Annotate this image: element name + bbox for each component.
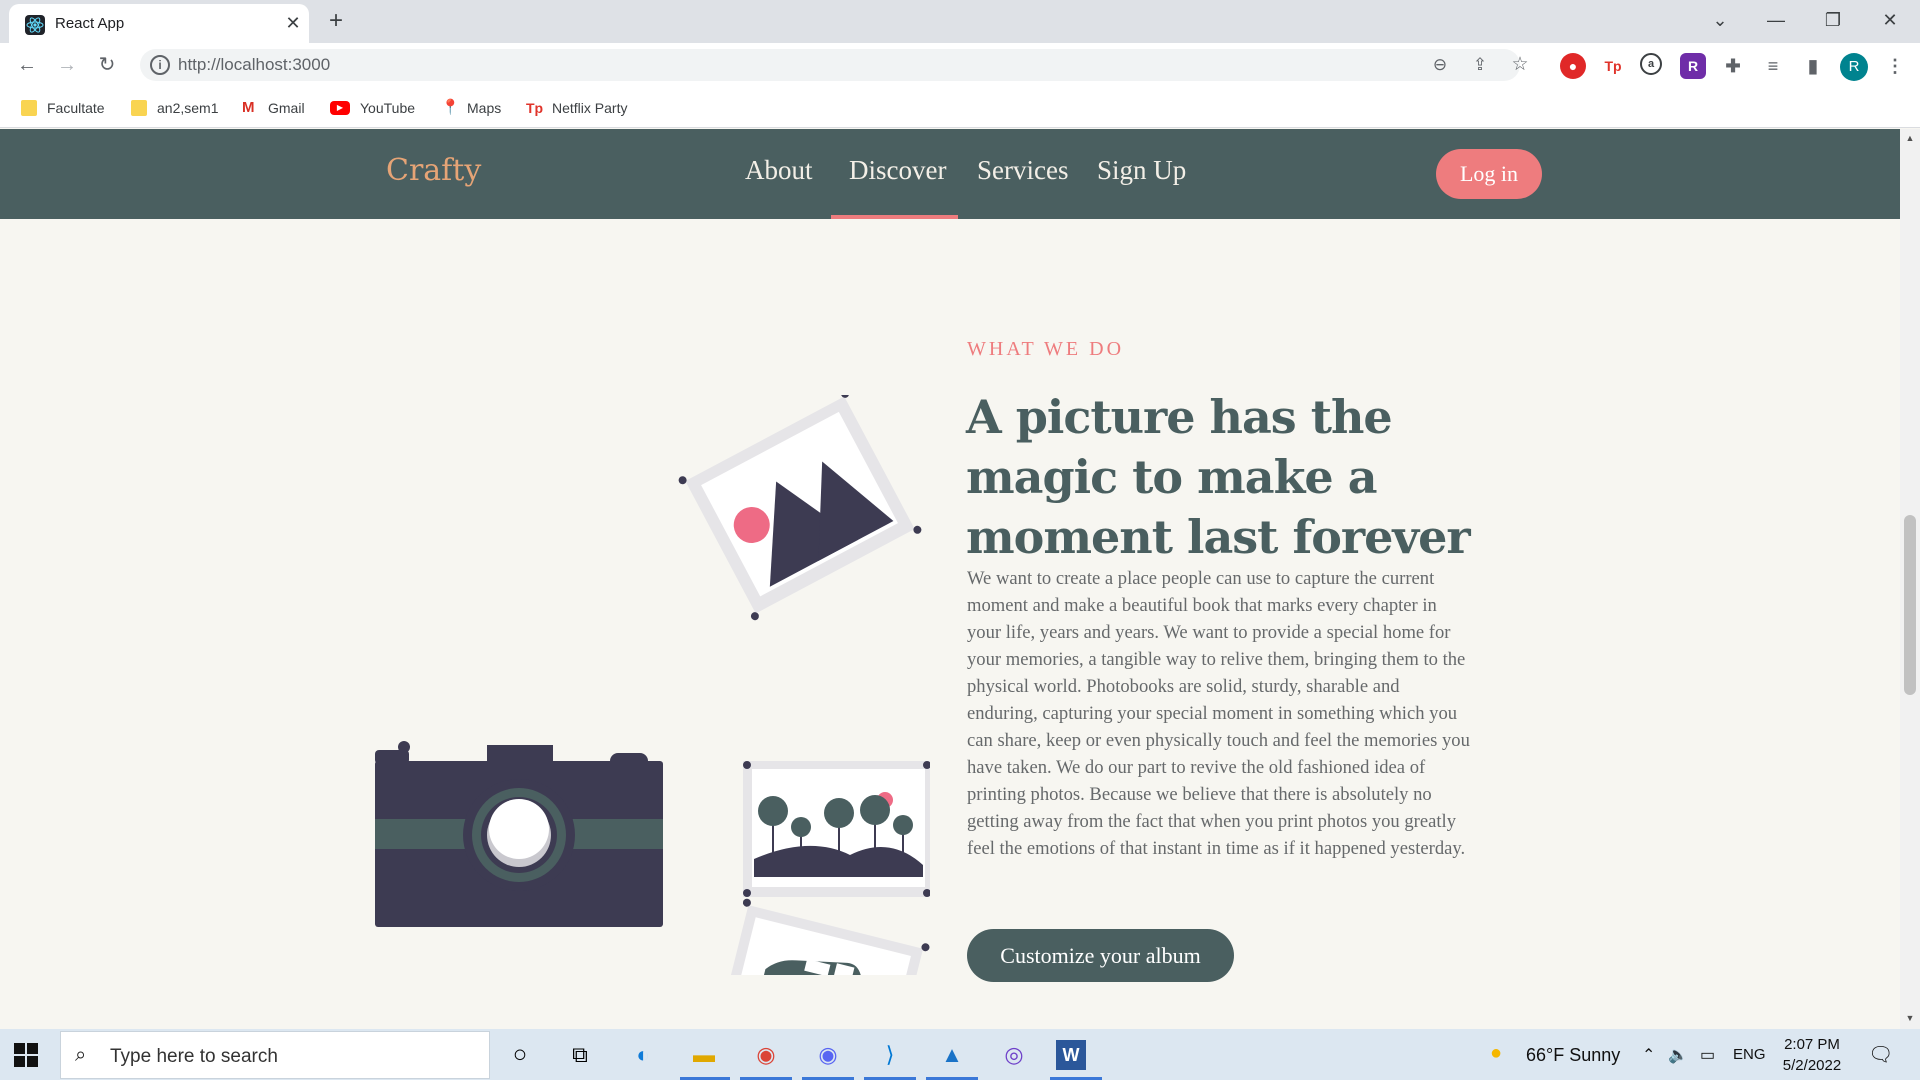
windows-start-icon[interactable] (14, 1043, 38, 1067)
cortana-icon[interactable]: ○ (500, 1035, 540, 1075)
scroll-thumb[interactable] (1904, 515, 1916, 695)
trees-photo-icon (743, 761, 930, 897)
r-extension-icon[interactable]: R (1680, 53, 1706, 79)
tab-title: React App (55, 15, 125, 32)
tray-chevron-icon[interactable]: ⌃ (1642, 1045, 1655, 1065)
nav-link-signup[interactable]: Sign Up (1097, 155, 1186, 186)
section-body: We want to create a place people can use… (967, 568, 1470, 859)
car-photo-icon (714, 898, 930, 975)
search-icon: ⌕ (75, 1044, 87, 1066)
reading-list-icon[interactable]: ≡ (1760, 53, 1786, 79)
tab-search-icon[interactable]: ⌄ (1700, 6, 1740, 34)
windows-taskbar: ⌕ Type here to search ○ ⧉ ◐ ▬ ◉ ◉ ⟩ ▲ ◎ … (0, 1029, 1920, 1080)
grammar-extension-icon[interactable]: a (1640, 53, 1662, 75)
minimize-icon[interactable]: — (1756, 6, 1796, 34)
side-panel-icon[interactable]: ▮ (1800, 53, 1826, 79)
system-clock[interactable]: 2:07 PM 5/2/2022 (1776, 1034, 1848, 1076)
bookmarks-bar: Facultate an2,sem1 M Gmail ▶ YouTube 📍 M… (0, 87, 1920, 128)
camera-icon (375, 741, 663, 927)
bookmark-maps[interactable]: 📍 Maps (441, 97, 501, 119)
photos-icon[interactable]: ▲ (932, 1035, 972, 1075)
customize-album-button[interactable]: Customize your album (967, 929, 1234, 982)
adblock-extension-icon[interactable]: ● (1560, 53, 1586, 79)
search-placeholder: Type here to search (110, 1046, 278, 1067)
extensions-puzzle-icon[interactable]: ✚ (1720, 53, 1746, 79)
more-menu-icon[interactable]: ⋮ (1882, 53, 1908, 79)
edge-icon[interactable]: ◐ (623, 1035, 663, 1075)
restore-icon[interactable]: ❐ (1813, 6, 1853, 34)
brand-logo[interactable]: Crafty (386, 153, 481, 188)
task-view-icon[interactable]: ⧉ (560, 1035, 600, 1075)
notifications-icon[interactable]: 🗨 (1868, 1042, 1893, 1067)
volume-icon[interactable]: 🔈 (1668, 1045, 1688, 1065)
bookmark-netflix-party[interactable]: Tp Netflix Party (526, 97, 627, 119)
folder-icon (21, 100, 37, 116)
browser-toolbar: ← → ↻ i http://localhost:3000 ⊖ ⇪ ☆ ● Tp… (0, 43, 1920, 87)
youtube-icon: ▶ (330, 101, 350, 115)
weather-sun-icon[interactable]: ● (1490, 1042, 1502, 1065)
bookmark-facultate[interactable]: Facultate (21, 97, 105, 119)
mountain-photo-icon (678, 395, 922, 621)
site-navbar: Crafty About Discover Services Sign Up L… (0, 129, 1900, 219)
page-viewport: Crafty About Discover Services Sign Up L… (0, 129, 1900, 1029)
taskbar-search-input[interactable]: ⌕ Type here to search (60, 1031, 490, 1079)
netflix-party-extension-icon[interactable]: Tp (1600, 53, 1626, 79)
bookmark-gmail[interactable]: M Gmail (242, 97, 305, 119)
github-desktop-icon[interactable]: ◎ (994, 1035, 1034, 1075)
bookmark-an2sem1[interactable]: an2,sem1 (131, 97, 218, 119)
url-text[interactable]: http://localhost:3000 (178, 55, 330, 75)
react-logo-icon (25, 15, 45, 35)
browser-tab[interactable]: React App ✕ (9, 4, 309, 43)
file-explorer-icon[interactable]: ▬ (684, 1035, 724, 1075)
active-nav-indicator (831, 215, 958, 219)
chrome-icon[interactable]: ◉ (746, 1035, 786, 1075)
maps-pin-icon: 📍 (441, 99, 460, 116)
share-icon[interactable]: ⇪ (1468, 53, 1492, 77)
reload-icon[interactable]: ↻ (92, 50, 122, 80)
clock-time: 2:07 PM (1784, 1036, 1840, 1053)
netflix-party-icon: Tp (526, 100, 544, 116)
section-eyebrow: WHAT WE DO (967, 338, 1125, 360)
nav-link-about[interactable]: About (745, 155, 813, 186)
chrome-profile-icon[interactable]: ◉ (808, 1035, 848, 1075)
bookmark-star-icon[interactable]: ☆ (1508, 53, 1532, 77)
site-info-icon[interactable]: i (150, 55, 170, 75)
new-tab-icon[interactable]: + (322, 8, 350, 36)
zoom-icon[interactable]: ⊖ (1428, 53, 1452, 77)
scroll-up-icon[interactable]: ▲ (1905, 133, 1915, 143)
weather-text[interactable]: 66°F Sunny (1526, 1045, 1620, 1066)
battery-icon[interactable]: ▭ (1700, 1045, 1715, 1065)
browser-tabstrip: React App ✕ + ⌄ — ❐ ✕ (0, 0, 1920, 43)
nav-link-discover[interactable]: Discover (849, 155, 946, 186)
camera-and-photos-icon (375, 395, 930, 975)
gmail-icon: M (242, 99, 255, 116)
scroll-down-icon[interactable]: ▼ (1905, 1013, 1915, 1023)
word-icon[interactable]: W (1056, 1040, 1086, 1070)
close-tab-icon[interactable]: ✕ (281, 11, 305, 35)
folder-icon (131, 100, 147, 116)
section-headline: A picture has the magic to make a moment… (966, 390, 1471, 564)
language-indicator[interactable]: ENG (1733, 1046, 1766, 1063)
profile-avatar[interactable]: R (1840, 53, 1868, 81)
window-close-icon[interactable]: ✕ (1870, 6, 1910, 34)
back-icon[interactable]: ← (12, 50, 42, 80)
clock-date: 5/2/2022 (1782, 1057, 1842, 1074)
vscode-icon[interactable]: ⟩ (870, 1035, 910, 1075)
address-bar[interactable]: i http://localhost:3000 ⊖ ⇪ ☆ (140, 49, 1529, 81)
nav-link-services[interactable]: Services (977, 155, 1068, 186)
bookmark-youtube[interactable]: ▶ YouTube (330, 97, 415, 119)
page-scrollbar[interactable]: ▲ ▼ (1900, 129, 1920, 1029)
forward-icon[interactable]: → (52, 50, 82, 80)
login-button[interactable]: Log in (1436, 149, 1542, 199)
